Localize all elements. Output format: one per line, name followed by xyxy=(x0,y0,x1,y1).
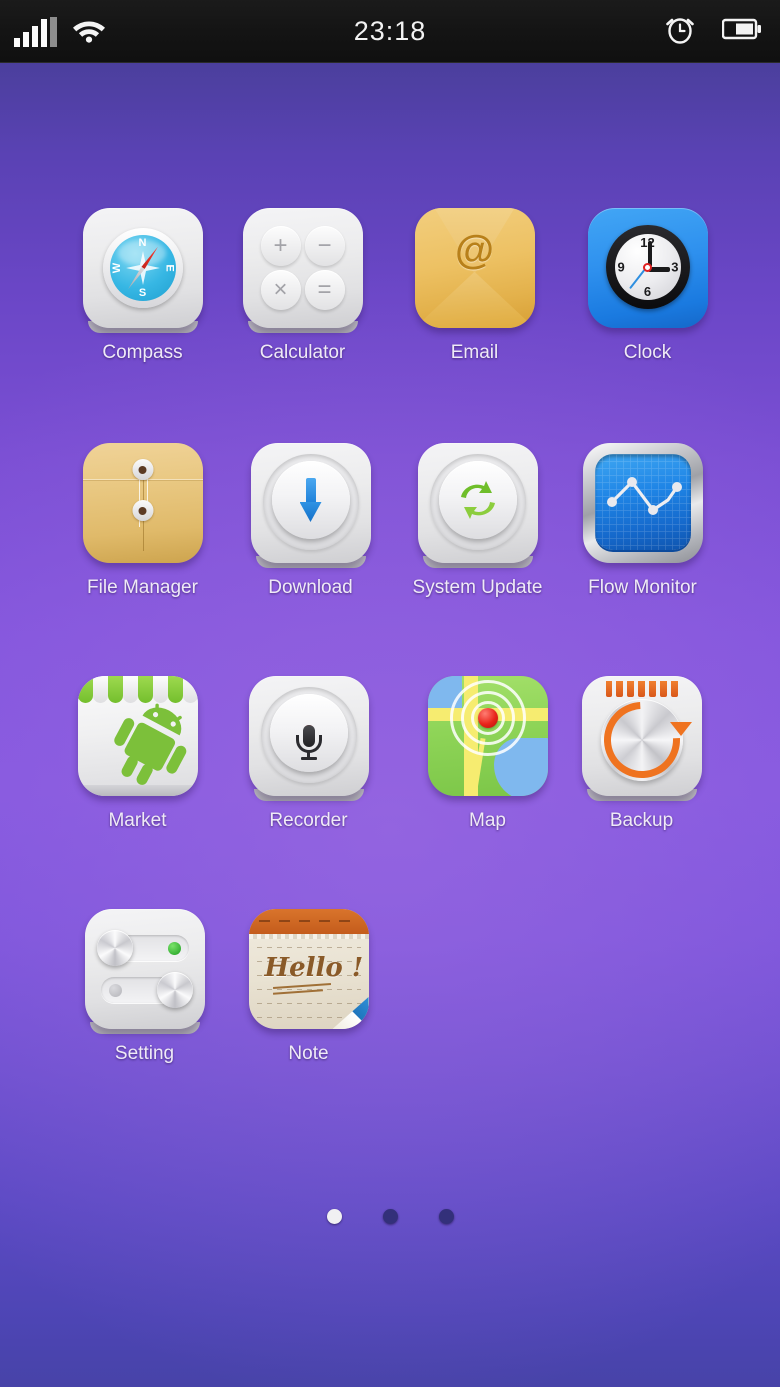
alarm-clock-icon xyxy=(664,13,696,50)
app-label: Setting xyxy=(114,1043,175,1064)
app-icon-email[interactable]: @ Email xyxy=(387,208,562,364)
file-folder-icon xyxy=(82,443,203,563)
clock-numeral-9: 9 xyxy=(617,259,625,275)
sync-arrows-icon xyxy=(417,443,538,568)
compass-east-label: E xyxy=(163,264,176,272)
analog-clock-icon: 12 3 6 9 xyxy=(587,208,708,328)
status-bar-time: 23:18 xyxy=(353,16,427,46)
calculator-icon: + − × = xyxy=(242,208,363,333)
app-label: File Manager xyxy=(87,577,198,598)
app-icon-download[interactable]: Download xyxy=(223,443,398,599)
app-label: Calculator xyxy=(259,342,346,363)
page-dot-2[interactable] xyxy=(382,1208,398,1224)
calc-key-times: × xyxy=(260,270,301,310)
compass-west-label: W xyxy=(110,262,123,274)
at-symbol: @ xyxy=(454,228,495,272)
calc-key-equals: = xyxy=(304,270,345,310)
app-label: Clock xyxy=(623,342,672,363)
line-chart-icon xyxy=(582,443,703,563)
app-icon-system-update[interactable]: System Update xyxy=(390,443,565,599)
app-icon-calculator[interactable]: + − × = Calculator xyxy=(215,208,390,364)
app-icon-file-manager[interactable]: File Manager xyxy=(55,443,230,599)
app-icon-flow-monitor[interactable]: Flow Monitor xyxy=(555,443,730,599)
app-icon-note[interactable]: Hello ! Note xyxy=(221,909,396,1065)
app-label: Market xyxy=(108,810,167,831)
app-label: Backup xyxy=(609,810,674,831)
clock-center-pin xyxy=(643,262,652,272)
calc-key-minus: − xyxy=(304,226,345,266)
download-arrow-icon xyxy=(250,443,371,568)
app-label: Recorder xyxy=(269,810,348,831)
page-dot-1[interactable] xyxy=(326,1208,342,1224)
note-text: Hello ! xyxy=(264,953,364,983)
market-shop-icon xyxy=(77,676,198,796)
calc-key-plus: + xyxy=(260,226,301,266)
app-icon-map[interactable]: Map xyxy=(400,676,575,832)
app-icon-clock[interactable]: 12 3 6 9 Clock xyxy=(560,208,735,364)
page-dot-3[interactable] xyxy=(438,1208,454,1224)
page-indicator xyxy=(0,1205,780,1227)
app-label: Download xyxy=(268,577,353,598)
app-icon-compass[interactable]: N E S W Compass xyxy=(55,208,230,364)
app-icon-recorder[interactable]: Recorder xyxy=(221,676,396,832)
clock-numeral-6: 6 xyxy=(643,284,652,299)
home-screen: 23:18 N E S W Compass + − × = Calculator… xyxy=(0,0,780,1387)
app-label: System Update xyxy=(412,577,543,598)
microphone-icon xyxy=(248,676,369,801)
sliders-icon xyxy=(84,909,205,1034)
email-envelope-icon: @ xyxy=(414,208,535,328)
status-bar-right xyxy=(664,0,762,63)
battery-icon xyxy=(721,17,762,46)
compass-south-label: S xyxy=(138,287,147,299)
compass-icon: N E S W xyxy=(82,208,203,333)
app-icon-setting[interactable]: Setting xyxy=(57,909,232,1065)
notepad-icon: Hello ! xyxy=(248,909,369,1029)
app-icon-backup[interactable]: Backup xyxy=(554,676,729,832)
app-label: Email xyxy=(450,342,499,363)
backup-restore-icon xyxy=(581,676,702,801)
status-bar: 23:18 xyxy=(0,0,780,63)
app-grid: N E S W Compass + − × = Calculator @ Ema… xyxy=(0,63,780,1387)
app-label: Flow Monitor xyxy=(588,577,697,598)
app-label: Map xyxy=(469,810,506,831)
app-label: Note xyxy=(288,1043,329,1064)
app-icon-market[interactable]: Market xyxy=(50,676,225,832)
app-label: Compass xyxy=(102,342,183,363)
clock-numeral-3: 3 xyxy=(671,259,679,275)
map-pin-icon xyxy=(427,676,548,796)
